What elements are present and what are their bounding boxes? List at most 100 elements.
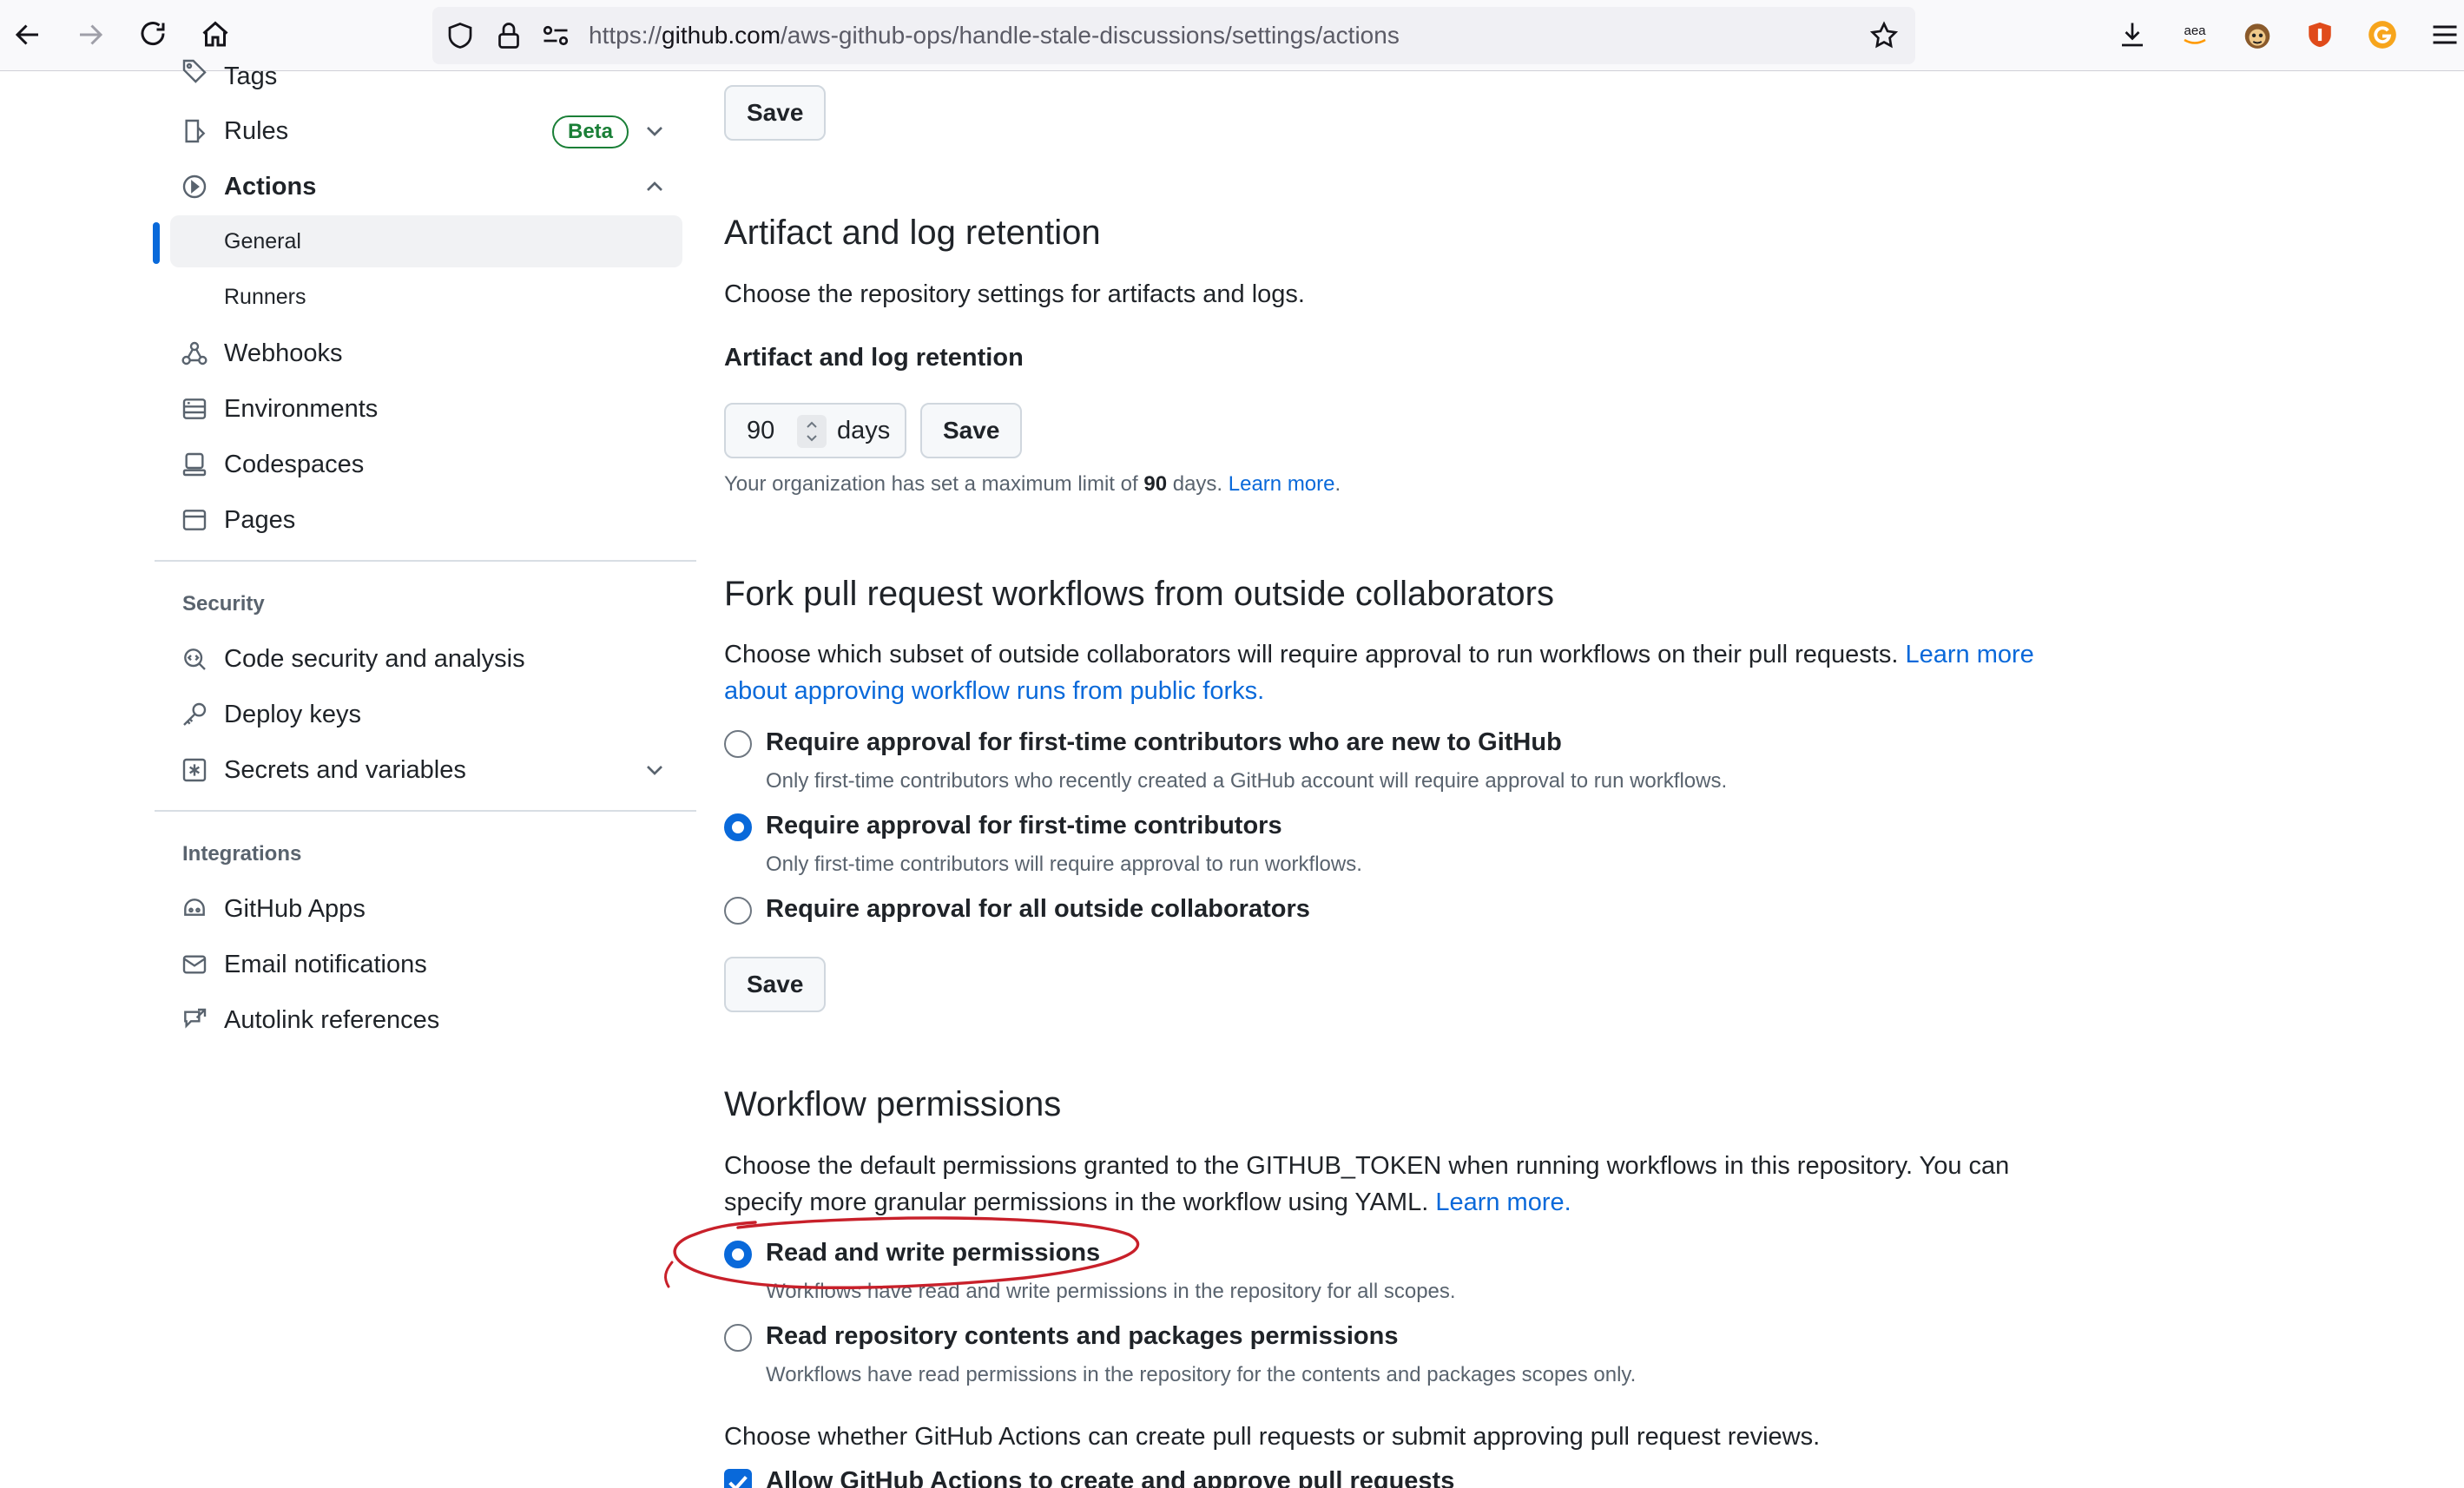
fork-description: Choose which subset of outside collabora… bbox=[724, 636, 2044, 709]
sidebar-item-github-apps[interactable]: GitHub Apps bbox=[170, 883, 682, 935]
star-bookmark-icon[interactable] bbox=[1868, 20, 1900, 51]
active-indicator bbox=[153, 222, 160, 264]
section-title-artifact: Artifact and log retention bbox=[724, 214, 1101, 252]
hamburger-menu-icon bbox=[2433, 25, 2457, 44]
workflow-learn-more-link[interactable]: Learn more. bbox=[1435, 1188, 1571, 1216]
download-icon bbox=[2122, 23, 2143, 47]
retention-days-unit: days bbox=[837, 417, 891, 444]
option-title[interactable]: Require approval for all outside collabo… bbox=[766, 895, 1310, 924]
home-icon bbox=[202, 21, 228, 47]
monkey-icon bbox=[2244, 23, 2270, 49]
cross-reference-icon bbox=[184, 1008, 207, 1029]
radio-read-only[interactable] bbox=[724, 1324, 752, 1352]
radio-new-to-github[interactable] bbox=[724, 730, 752, 758]
save-retention-button[interactable]: Save bbox=[920, 403, 1023, 458]
option-description: Only first-time contributors will requir… bbox=[766, 853, 1362, 876]
number-spinner[interactable] bbox=[797, 415, 827, 448]
play-circle-icon bbox=[182, 174, 207, 199]
artifact-field-label: Artifact and log retention bbox=[724, 344, 1024, 372]
menu-button[interactable] bbox=[2426, 16, 2464, 54]
fork-learn-link[interactable]: Learn bbox=[1905, 641, 1969, 668]
sidebar-item-tags[interactable]: Tags bbox=[170, 50, 682, 102]
ublock-extension-button[interactable] bbox=[2301, 16, 2339, 54]
pr-question: Choose whether GitHub Actions can create… bbox=[724, 1423, 1821, 1451]
checkmark-icon bbox=[728, 1475, 748, 1488]
lock-icon[interactable] bbox=[493, 20, 524, 51]
allow-pr-checkbox[interactable] bbox=[724, 1469, 752, 1488]
option-description: Only first-time contributors who recentl… bbox=[766, 769, 1728, 793]
sidebar-item-codespaces[interactable]: Codespaces bbox=[170, 438, 682, 491]
retention-note-suffix: days. bbox=[1172, 472, 1223, 496]
retention-days-input[interactable]: 90 days bbox=[724, 403, 906, 458]
server-icon bbox=[182, 398, 207, 419]
sidebar-item-label: GitHub Apps bbox=[224, 894, 366, 923]
key-icon bbox=[183, 702, 207, 726]
permissions-icon[interactable] bbox=[540, 20, 571, 51]
svg-text:aea: aea bbox=[2184, 23, 2206, 38]
sidebar-item-autolink[interactable]: Autolink references bbox=[170, 994, 682, 1046]
option-title[interactable]: Read repository contents and packages pe… bbox=[766, 1322, 1398, 1351]
shield-red-icon bbox=[2309, 22, 2331, 48]
sidebar-item-deploy-keys[interactable]: Deploy keys bbox=[170, 688, 682, 741]
amazon-extension-button[interactable]: aea bbox=[2176, 16, 2214, 54]
url-text[interactable]: https://github.com/aws-github-ops/handle… bbox=[589, 7, 1400, 64]
sidebar-item-label: Tags bbox=[224, 63, 278, 90]
retention-learn-more-link[interactable]: Learn more bbox=[1229, 472, 1335, 496]
browser-window-icon bbox=[182, 510, 207, 530]
radio-first-time[interactable] bbox=[724, 813, 752, 841]
option-description: Workflows have read and write permission… bbox=[766, 1280, 1456, 1303]
sidebar-item-code-security[interactable]: Code security and analysis bbox=[170, 633, 682, 685]
back-button[interactable] bbox=[3, 10, 52, 59]
sidebar-item-label: Secrets and variables bbox=[224, 755, 466, 784]
sidebar-item-general[interactable]: General bbox=[170, 215, 682, 267]
radio-read-write[interactable] bbox=[724, 1241, 752, 1268]
sidebar-item-label: Environments bbox=[224, 394, 379, 423]
sidebar-item-pages[interactable]: Pages bbox=[170, 494, 682, 546]
option-description: Workflows have read permissions in the r… bbox=[766, 1363, 1637, 1386]
sidebar-divider bbox=[155, 560, 696, 562]
amazon-aea-icon: aea bbox=[2184, 23, 2206, 44]
option-title[interactable]: Require approval for first-time contribu… bbox=[766, 812, 1282, 840]
beta-badge: Beta bbox=[552, 115, 629, 148]
section-title-fork: Fork pull request workflows from outside… bbox=[724, 575, 1554, 613]
sidebar-item-label: Autolink references bbox=[224, 1005, 440, 1034]
option-title[interactable]: Require approval for first-time contribu… bbox=[766, 728, 1562, 757]
sidebar-divider bbox=[155, 810, 696, 812]
copilot-app-icon bbox=[184, 899, 205, 916]
chevron-down-icon[interactable] bbox=[641, 756, 669, 784]
downloads-button[interactable] bbox=[2113, 16, 2151, 54]
sidebar-item-secrets[interactable]: Secrets and variables bbox=[170, 744, 682, 796]
monkey-extension-button[interactable] bbox=[2238, 16, 2276, 54]
option-title[interactable]: Read and write permissions bbox=[766, 1239, 1100, 1267]
shield-icon[interactable] bbox=[445, 20, 476, 51]
reload-icon bbox=[141, 22, 165, 46]
sidebar-item-actions[interactable]: Actions bbox=[170, 161, 682, 213]
sidebar-item-webhooks[interactable]: Webhooks bbox=[170, 327, 682, 379]
radio-all-outside[interactable] bbox=[724, 897, 752, 925]
chevron-up-icon[interactable] bbox=[641, 173, 669, 201]
forward-button[interactable] bbox=[66, 10, 115, 59]
sidebar-item-label: Pages bbox=[224, 505, 296, 534]
arrow-right-icon bbox=[80, 24, 103, 45]
workflow-description-text: specify more granular permissions in the… bbox=[724, 1188, 1429, 1216]
sidebar-item-label: Deploy keys bbox=[224, 700, 361, 728]
allow-pr-label[interactable]: Allow GitHub Actions to create and appro… bbox=[766, 1467, 1454, 1488]
sidebar-item-environments[interactable]: Environments bbox=[170, 383, 682, 435]
sidebar-item-label: Rules bbox=[224, 116, 289, 145]
section-title-workflow: Workflow permissions bbox=[724, 1085, 1062, 1123]
retention-days-value[interactable]: 90 bbox=[747, 405, 774, 457]
save-button[interactable]: Save bbox=[724, 85, 827, 141]
webhook-icon bbox=[181, 341, 208, 365]
grammar-extension-button[interactable] bbox=[2363, 16, 2401, 54]
sidebar-item-email-notifications[interactable]: Email notifications bbox=[170, 938, 682, 991]
asterisk-box-icon bbox=[182, 758, 207, 782]
sidebar-item-label: Email notifications bbox=[224, 950, 427, 978]
fork-description-text: Choose which subset of outside collabora… bbox=[724, 641, 1899, 668]
sidebar-item-label: Runners bbox=[224, 284, 306, 309]
save-fork-button[interactable]: Save bbox=[724, 957, 827, 1012]
sidebar-item-runners[interactable]: Runners bbox=[170, 271, 682, 323]
g-orange-icon bbox=[2368, 21, 2396, 49]
chevron-down-icon[interactable] bbox=[641, 117, 669, 145]
arrow-left-icon bbox=[15, 24, 38, 45]
sidebar-item-label: Actions bbox=[224, 172, 317, 201]
